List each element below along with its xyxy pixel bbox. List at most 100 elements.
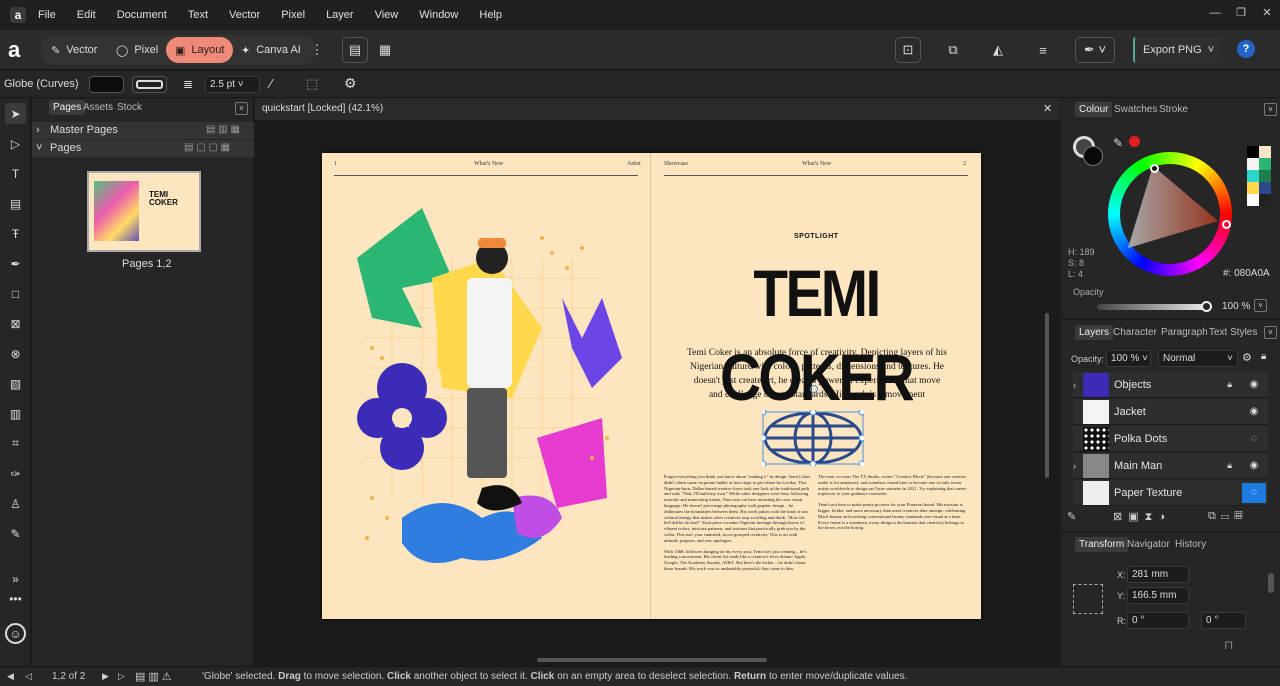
panel-menu-icon[interactable]: ˅	[1264, 103, 1277, 116]
color-picker-tool-icon[interactable]: ✎	[5, 523, 26, 544]
menu-pixel[interactable]: Pixel	[281, 9, 305, 21]
page-indicator[interactable]: 1,2 of 2	[52, 671, 85, 682]
menu-edit[interactable]: Edit	[77, 9, 96, 21]
master-pages-section[interactable]: › Master Pages ▤ ▥ ▦	[32, 122, 254, 139]
saturation-triangle[interactable]	[1120, 164, 1220, 264]
close-window-icon[interactable]: ✕	[1254, 0, 1280, 30]
tab-swatches[interactable]: Swatches	[1114, 104, 1157, 115]
menu-view[interactable]: View	[375, 9, 399, 21]
text-frame-icon[interactable]: ▤	[342, 37, 368, 63]
stroke-style-icon[interactable]: ≣	[183, 77, 193, 91]
expand-icon[interactable]: ›	[1073, 380, 1083, 390]
y-position-field[interactable]: 166.5 mm	[1127, 587, 1189, 604]
master-page-actions-icon[interactable]: ▤ ▥ ▦	[206, 124, 240, 135]
expand-icon[interactable]: ›	[1073, 461, 1083, 471]
assistant-icon[interactable]: ☺	[5, 623, 26, 644]
text-frame-tool-icon[interactable]: T	[5, 163, 26, 184]
tab-history[interactable]: History	[1175, 539, 1206, 550]
affinity-logo-icon[interactable]: a	[8, 38, 32, 62]
document-view[interactable]: quickstart [Locked] (42.1%) ✕ 1 What's N…	[255, 98, 1060, 666]
rotation-field[interactable]: 0 °	[1127, 612, 1189, 629]
move-tool-icon[interactable]: ➤	[5, 103, 26, 124]
menu-window[interactable]: Window	[419, 9, 458, 21]
stroke-width-field[interactable]: 2.5 pt ˅	[205, 76, 260, 93]
opacity-slider-handle[interactable]	[1201, 301, 1212, 312]
visibility-eye-icon[interactable]: ◌	[1242, 429, 1266, 449]
stroke-swatch[interactable]	[132, 76, 167, 93]
persona-vector[interactable]: ✎ Vector	[42, 37, 106, 63]
image-tool-icon[interactable]: ▧	[5, 373, 26, 394]
transform-scrollbar[interactable]	[1268, 573, 1274, 593]
fill-tool-icon[interactable]: ✑	[5, 463, 26, 484]
recent-colours[interactable]	[1247, 146, 1271, 210]
settings-gear-icon[interactable]: ⚙	[344, 75, 357, 92]
page-view-icons[interactable]: ▤▥⚠	[135, 670, 175, 683]
menu-text[interactable]: Text	[188, 9, 208, 21]
tab-colour[interactable]: Colour	[1075, 102, 1113, 117]
opacity-value[interactable]: 100 %	[1222, 301, 1250, 312]
previous-page-icon[interactable]: ◁	[25, 671, 32, 682]
transform-icon[interactable]: ⧉	[940, 37, 966, 63]
anchor-point-selector[interactable]	[1073, 584, 1103, 614]
minimize-icon[interactable]: —	[1202, 0, 1228, 30]
layer-actions-icon[interactable]: ⊠▣⧗◑	[1113, 510, 1171, 524]
eyedropper-icon[interactable]: ✎	[1113, 136, 1123, 150]
expand-tools-icon[interactable]: »	[5, 568, 26, 589]
grid-icon[interactable]: ▦	[372, 37, 398, 63]
horizontal-scrollbar[interactable]	[537, 658, 767, 662]
page-actions-icon[interactable]: ▤ ▢ ▢ ▦	[184, 142, 230, 153]
tab-pages[interactable]: Pages	[49, 100, 86, 115]
x-position-field[interactable]: 281 mm	[1127, 566, 1189, 583]
lock-icon[interactable]: 🔒︎	[1261, 351, 1266, 362]
tab-layers[interactable]: Layers	[1075, 325, 1114, 340]
help-icon[interactable]: ?	[1237, 40, 1255, 58]
artistic-text-tool-icon[interactable]: Ŧ	[5, 223, 26, 244]
node-tool-icon[interactable]: ▷	[5, 133, 26, 154]
first-page-icon[interactable]: ◀	[7, 671, 14, 682]
tab-assets[interactable]: Assets	[83, 102, 113, 113]
export-button[interactable]: Export PNG ˅	[1133, 37, 1223, 63]
persona-pixel[interactable]: ◯ Pixel	[107, 37, 167, 63]
layer-group-icon[interactable]: ⧉▭▦	[1208, 510, 1248, 523]
tab-stroke[interactable]: Stroke	[1159, 104, 1188, 115]
app-logo-icon[interactable]: a	[10, 7, 26, 23]
menu-document[interactable]: Document	[117, 9, 167, 21]
persona-canva-ai[interactable]: ✦ Canva AI	[232, 37, 310, 63]
boolean-icon[interactable]: ⬚	[306, 76, 318, 92]
add-layer-icon[interactable]: ✎	[1067, 510, 1076, 523]
last-page-icon[interactable]: ▷	[118, 671, 125, 682]
vertical-scrollbar[interactable]	[1045, 313, 1049, 478]
pen-tool-icon[interactable]: ✒	[5, 253, 26, 274]
lock-icon[interactable]: 🔒︎	[1227, 460, 1232, 471]
maximize-icon[interactable]: ❐	[1228, 0, 1254, 30]
next-page-icon[interactable]: ▶	[102, 671, 109, 682]
lock-icon[interactable]: 🔒︎	[1227, 379, 1232, 390]
colour-picker-handle[interactable]	[1150, 164, 1159, 173]
menu-vector[interactable]: Vector	[229, 9, 260, 21]
tab-text-styles[interactable]: Text Styles	[1209, 327, 1257, 338]
more-options-icon[interactable]: ⋮	[311, 37, 324, 63]
more-tools-icon[interactable]: •••	[5, 588, 26, 609]
menu-file[interactable]: File	[38, 9, 56, 21]
layer-row[interactable]: › Objects 🔒︎ ◉	[1073, 372, 1268, 398]
layer-opacity-field[interactable]: 100 % ˅	[1106, 350, 1151, 367]
tab-paragraph[interactable]: Paragraph	[1161, 327, 1208, 338]
ellipse-frame-tool-icon[interactable]: ⊗	[5, 343, 26, 364]
tab-transform[interactable]: Transform	[1075, 537, 1129, 552]
tab-stock[interactable]: Stock	[117, 102, 142, 113]
transparency-tool-icon[interactable]: ♙	[5, 493, 26, 514]
hue-handle[interactable]	[1222, 220, 1231, 229]
globe-graphic[interactable]	[762, 410, 864, 466]
pressure-curve-icon[interactable]: ∕	[270, 76, 272, 91]
visibility-eye-icon[interactable]: ◉	[1242, 456, 1266, 476]
close-document-icon[interactable]: ✕	[1043, 102, 1052, 115]
tab-navigator[interactable]: Navigator	[1127, 539, 1170, 550]
panel-menu-icon[interactable]: ˅	[235, 102, 248, 115]
visibility-eye-icon[interactable]: ◉	[1242, 375, 1266, 395]
blend-mode-select[interactable]: Normal ˅	[1158, 350, 1238, 367]
layer-row[interactable]: › Main Man 🔒︎ ◉	[1073, 453, 1268, 479]
opacity-slider[interactable]	[1097, 304, 1209, 310]
crop-tool-icon[interactable]: ⌗	[5, 433, 26, 454]
pen-options-icon[interactable]: ✒ ˅	[1075, 37, 1115, 63]
panel-menu-icon[interactable]: ˅	[1264, 326, 1277, 339]
